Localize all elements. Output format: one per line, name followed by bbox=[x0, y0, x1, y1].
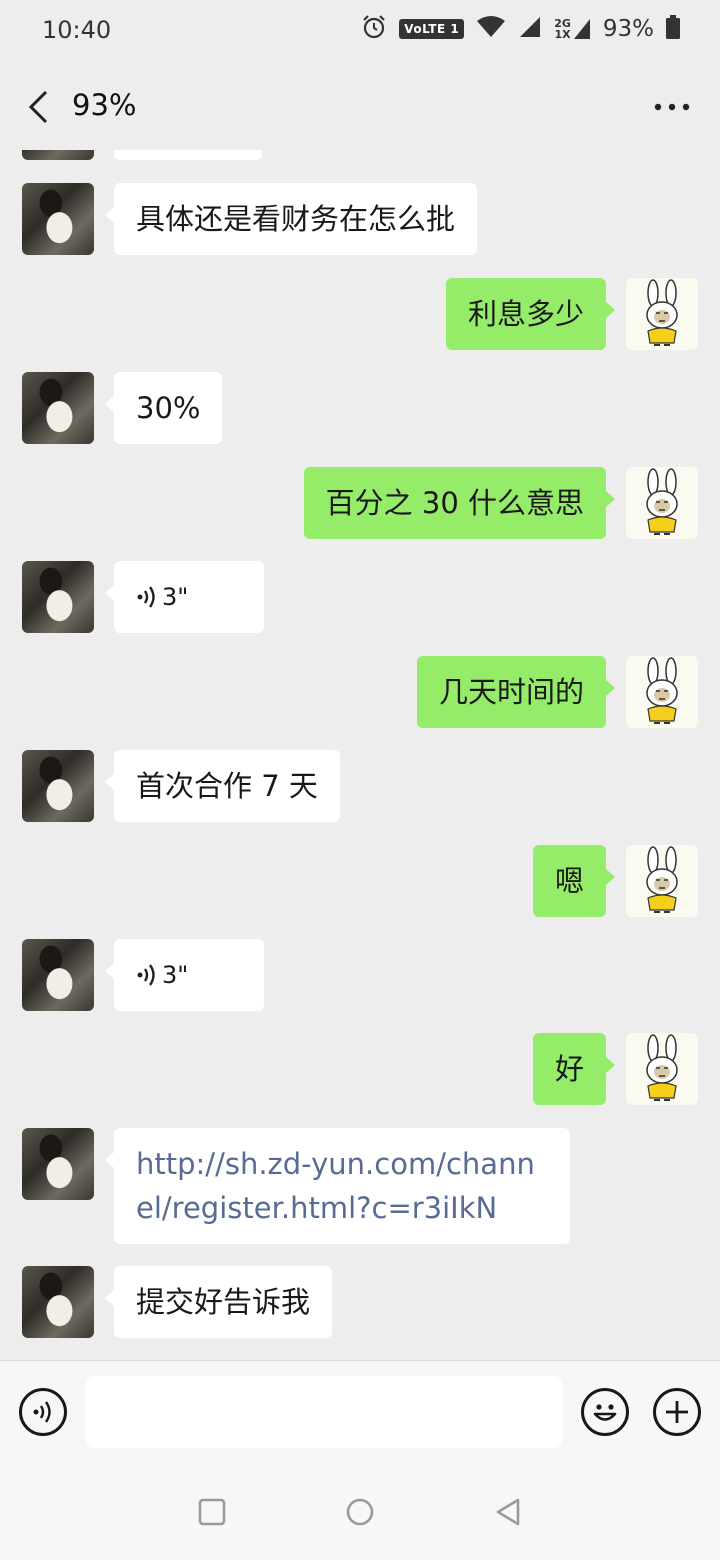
message-bubble-partial[interactable] bbox=[114, 150, 262, 160]
alarm-icon bbox=[361, 14, 387, 44]
wifi-icon bbox=[476, 15, 506, 43]
my-avatar[interactable] bbox=[626, 467, 698, 539]
voice-wave-icon bbox=[137, 586, 155, 608]
message-bubble[interactable]: 具体还是看财务在怎么批 bbox=[114, 183, 478, 255]
bubble-tail bbox=[105, 585, 114, 601]
my-avatar[interactable] bbox=[626, 278, 698, 350]
message-link[interactable]: http://sh.zd-yun.com/channel/register.ht… bbox=[136, 1147, 535, 1225]
recent-apps-button[interactable] bbox=[192, 1492, 232, 1532]
signal-icon bbox=[518, 15, 542, 43]
status-time: 10:40 bbox=[42, 16, 112, 44]
link-message-bubble[interactable]: http://sh.zd-yun.com/channel/register.ht… bbox=[114, 1128, 570, 1244]
volte-badge: VoLTE 1 bbox=[399, 19, 465, 39]
bubble-tail bbox=[105, 396, 114, 412]
bubble-tail bbox=[606, 491, 615, 507]
bubble-tail bbox=[105, 207, 114, 223]
message-text: 利息多少 bbox=[467, 297, 584, 331]
more-options-button[interactable] bbox=[652, 94, 692, 120]
message-text: 具体还是看财务在怎么批 bbox=[136, 202, 456, 236]
more-functions-button[interactable] bbox=[653, 1388, 701, 1436]
message-bubble[interactable]: 几天时间的 bbox=[416, 656, 606, 728]
battery-icon bbox=[666, 15, 680, 43]
chevron-left-icon bbox=[28, 90, 48, 124]
bubble-tail bbox=[105, 963, 114, 979]
bubble-tail bbox=[606, 869, 615, 885]
message-bubble[interactable]: 提交好告诉我 bbox=[114, 1266, 333, 1338]
message-bubble[interactable]: 利息多少 bbox=[445, 278, 606, 350]
my-avatar[interactable] bbox=[626, 845, 698, 917]
bunny-avatar-icon bbox=[646, 1034, 678, 1101]
message-bubble[interactable]: 百分之 30 什么意思 bbox=[303, 467, 606, 539]
voice-message-bubble[interactable]: 3" bbox=[114, 939, 264, 1011]
bubble-tail bbox=[105, 1152, 114, 1168]
voice-message-content: 3" bbox=[136, 575, 242, 619]
contact-avatar[interactable] bbox=[22, 1266, 94, 1338]
more-dots-icon bbox=[654, 103, 690, 111]
bunny-avatar-icon bbox=[646, 279, 678, 346]
message-text: 30% bbox=[136, 391, 201, 425]
bunny-avatar-icon bbox=[646, 846, 678, 913]
voice-duration: 3" bbox=[162, 583, 189, 611]
bunny-avatar-icon bbox=[646, 657, 678, 724]
signal-2-icon bbox=[573, 19, 590, 39]
bubble-tail bbox=[606, 302, 615, 318]
chat-title: 93% bbox=[72, 88, 137, 122]
back-button[interactable] bbox=[18, 84, 58, 130]
my-avatar[interactable] bbox=[626, 1033, 698, 1105]
voice-message-content: 3" bbox=[136, 953, 242, 997]
message-text: 提交好告诉我 bbox=[136, 1285, 311, 1319]
battery-percent: 93% bbox=[602, 16, 654, 42]
bubble-tail bbox=[606, 1057, 615, 1073]
contact-avatar[interactable] bbox=[22, 750, 94, 822]
message-text: 好 bbox=[554, 1052, 584, 1086]
recent-apps-icon bbox=[198, 1498, 226, 1526]
chat-header: 93% bbox=[0, 64, 720, 150]
message-bubble[interactable]: 好 bbox=[532, 1033, 606, 1105]
contact-avatar[interactable] bbox=[22, 372, 94, 444]
contact-avatar[interactable] bbox=[22, 1128, 94, 1200]
home-icon bbox=[346, 1498, 374, 1526]
bubble-tail bbox=[105, 774, 114, 790]
bubble-tail bbox=[105, 1290, 114, 1306]
message-bubble[interactable]: 30% bbox=[114, 372, 223, 444]
message-bubble[interactable]: 首次合作 7 天 bbox=[114, 750, 340, 822]
emoji-button[interactable] bbox=[581, 1388, 629, 1436]
chat-message-list[interactable]: 具体还是看财务在怎么批 利息多少 30% 百分之 30 什么意思 3" 几天时间… bbox=[0, 150, 720, 1360]
plus-icon bbox=[666, 1401, 688, 1423]
system-navigation-bar bbox=[0, 1462, 720, 1560]
voice-duration: 3" bbox=[162, 961, 189, 989]
back-icon bbox=[496, 1498, 520, 1526]
message-text: 首次合作 7 天 bbox=[136, 769, 318, 803]
network-1x-label: 1X bbox=[554, 28, 571, 41]
home-button[interactable] bbox=[340, 1492, 380, 1532]
bubble-tail bbox=[606, 680, 615, 696]
chat-input-bar bbox=[0, 1360, 720, 1462]
status-icons: VoLTE 1 2G 1X 93% bbox=[361, 14, 680, 44]
message-bubble[interactable]: 嗯 bbox=[532, 845, 606, 917]
message-input[interactable] bbox=[86, 1376, 562, 1448]
emoji-icon bbox=[593, 1404, 617, 1421]
status-bar: 10:40 VoLTE 1 2G 1X 93% bbox=[0, 0, 720, 64]
contact-avatar[interactable] bbox=[22, 561, 94, 633]
network-type: 2G 1X bbox=[554, 18, 591, 40]
bunny-avatar-icon bbox=[646, 468, 678, 535]
voice-wave-icon bbox=[137, 964, 155, 986]
voice-message-bubble[interactable]: 3" bbox=[114, 561, 264, 633]
nav-back-button[interactable] bbox=[488, 1492, 528, 1532]
my-avatar[interactable] bbox=[626, 656, 698, 728]
voice-mode-icon bbox=[33, 1401, 51, 1423]
message-text: 几天时间的 bbox=[438, 675, 584, 709]
contact-avatar[interactable] bbox=[22, 183, 94, 255]
contact-avatar[interactable] bbox=[22, 150, 94, 160]
voice-mode-button[interactable] bbox=[19, 1388, 67, 1436]
message-text: 嗯 bbox=[554, 864, 584, 898]
message-text: 百分之 30 什么意思 bbox=[325, 486, 584, 520]
contact-avatar[interactable] bbox=[22, 939, 94, 1011]
